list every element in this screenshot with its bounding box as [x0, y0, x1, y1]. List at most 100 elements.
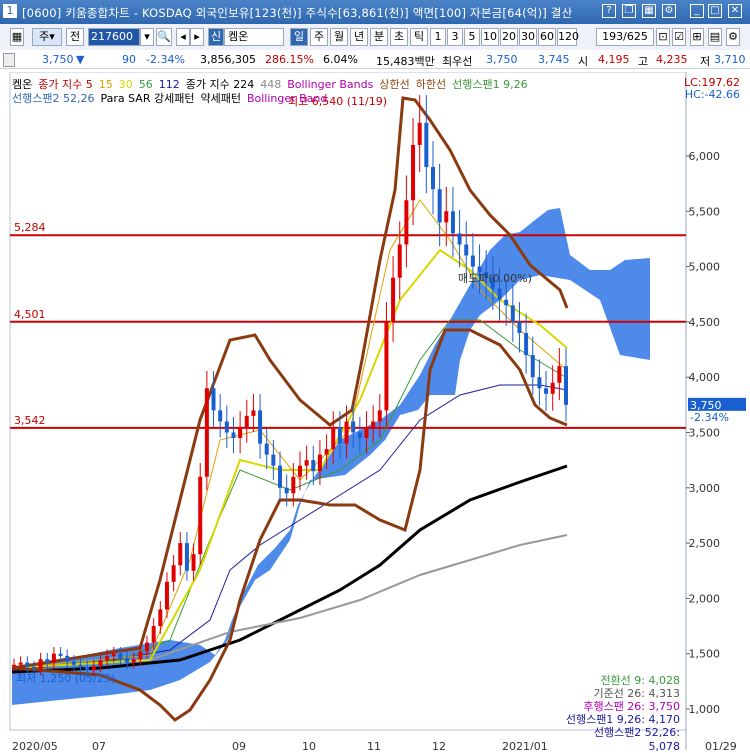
pin-icon[interactable]: ⊡ [656, 28, 670, 46]
minute-button-7[interactable]: 120 [557, 28, 579, 46]
candle-body [244, 415, 249, 427]
settings-icon[interactable]: ⚙ [662, 4, 676, 18]
hc-label: HC:-42.66 [684, 88, 740, 101]
price-tick-label: 4,000 [689, 371, 721, 384]
dropdown-icon[interactable]: ▾ [140, 28, 154, 46]
layout-icon[interactable]: ⊞ [690, 28, 704, 46]
minute-button-2[interactable]: 5 [464, 28, 480, 46]
legend-item: 약세패턴 [200, 92, 241, 105]
candle-body [517, 321, 522, 333]
candle-body [191, 554, 196, 571]
candle-body [251, 410, 256, 416]
candle-body [231, 432, 236, 439]
turnover: 6.04% [323, 53, 358, 66]
price-tick-label: 1,000 [689, 703, 721, 716]
help-icon[interactable]: ? [602, 4, 616, 18]
options-icon[interactable]: ⚙ [726, 28, 740, 46]
price-chart[interactable]: 6,000 5,500 5,000 4,500 4,000 3,500 3,000 2,500… [0, 72, 750, 750]
grid-settings-icon[interactable]: ▤ [708, 28, 722, 46]
candle-body [430, 167, 435, 190]
candle-body [138, 651, 143, 660]
candle-body [178, 543, 183, 566]
search-icon[interactable]: 🔍 [156, 28, 172, 46]
grid-icon[interactable]: ▦ [10, 28, 24, 46]
period-button-6[interactable]: 틱 [410, 28, 428, 46]
candle-body [411, 144, 416, 201]
period-button-0[interactable]: 일 [290, 28, 308, 46]
candle-body [417, 122, 422, 145]
candle-body [98, 660, 103, 666]
period-button-3[interactable]: 년 [350, 28, 368, 46]
candle-body [271, 454, 276, 466]
chart-toolbar: ▦ 주▾ 전 217600 ▾ 🔍 ◂ ▸ 신 켐온 193/625 ⊡ ☑ ⊞… [0, 24, 750, 51]
x-tick-label: 01/29 [705, 740, 737, 750]
minute-button-1[interactable]: 3 [447, 28, 463, 46]
stock-code-input[interactable]: 217600 [88, 28, 140, 46]
restore-icon[interactable]: ❐ [622, 4, 636, 18]
candle-body [524, 332, 529, 356]
minute-button-4[interactable]: 20 [500, 28, 518, 46]
candle-body [291, 476, 296, 494]
candle-body [12, 664, 16, 667]
candle-body [145, 642, 150, 652]
period-button-4[interactable]: 분 [370, 28, 388, 46]
x-tick-label: 11 [367, 740, 381, 750]
candle-body [424, 122, 429, 168]
tile-icon[interactable]: ▦ [642, 4, 656, 18]
price-tick-label: 1,500 [689, 648, 721, 661]
stock-name[interactable]: 켐온 [224, 28, 284, 46]
check-icon[interactable]: ☑ [672, 28, 686, 46]
candle-body [497, 288, 502, 300]
candle-body [151, 626, 156, 643]
legend-row-2: 선행스팬2 52,26 Para SAR 강세패턴 약세패턴 Bollinger Ba… [12, 90, 333, 106]
candle-body [357, 432, 362, 439]
candle-body [78, 664, 83, 667]
price-tick-label: 3,000 [689, 482, 721, 495]
legend-item: Bollinger Band [246, 92, 328, 105]
price-tick-label: 5,500 [689, 205, 721, 218]
market-select[interactable]: 주▾ [32, 28, 62, 46]
period-button-2[interactable]: 월 [330, 28, 348, 46]
arrow-right-icon[interactable]: ▸ [190, 28, 204, 46]
candle-body [297, 465, 302, 477]
readout-line: 선행스팬2 52,26: 5,078 [593, 726, 680, 753]
low-label: 저 [700, 55, 711, 68]
arrow-left-icon[interactable]: ◂ [176, 28, 190, 46]
candle-body [118, 653, 123, 659]
x-tick-label: 07 [92, 740, 106, 750]
minute-button-3[interactable]: 10 [481, 28, 499, 46]
minute-button-6[interactable]: 60 [538, 28, 556, 46]
period-button-1[interactable]: 주 [310, 28, 328, 46]
minimize-icon[interactable]: _ [690, 4, 704, 18]
price-tick-label: 3,500 [689, 427, 721, 440]
period-button-5[interactable]: 초 [390, 28, 408, 46]
candle-body [164, 581, 169, 610]
center-annotation: 매도파(0.00%) [458, 272, 532, 285]
candle-body [38, 659, 43, 670]
order-label: 최우선 [442, 55, 473, 68]
candle-body [544, 388, 549, 394]
maximize-icon[interactable]: □ [708, 4, 722, 18]
order-price-2: 3,745 [538, 53, 570, 66]
price-tick-label: 2,000 [689, 592, 721, 605]
candle-body [31, 666, 36, 670]
candle-body [331, 426, 336, 450]
candle-body [264, 443, 269, 455]
candle-body [397, 244, 402, 278]
close-icon[interactable]: ✕ [728, 4, 742, 18]
volume: 3,856,305 [200, 53, 256, 66]
legend-item: 선행스팬1 9,26 [452, 78, 528, 91]
minute-button-0[interactable]: 1 [430, 28, 446, 46]
quote-toggle-icon[interactable] [3, 53, 15, 67]
candle-body [470, 255, 475, 267]
reference-line-label: 3,542 [14, 414, 46, 427]
candle-body [85, 666, 90, 671]
candle-body [304, 460, 309, 466]
legend-item: Para SAR 강세패턴 [100, 92, 195, 105]
prev-button[interactable]: 전 [66, 28, 84, 46]
open-price: 4,195 [598, 53, 630, 66]
candle-body [564, 366, 568, 405]
minute-button-5[interactable]: 30 [519, 28, 537, 46]
candle-body [384, 321, 389, 411]
candle-body [371, 421, 376, 427]
